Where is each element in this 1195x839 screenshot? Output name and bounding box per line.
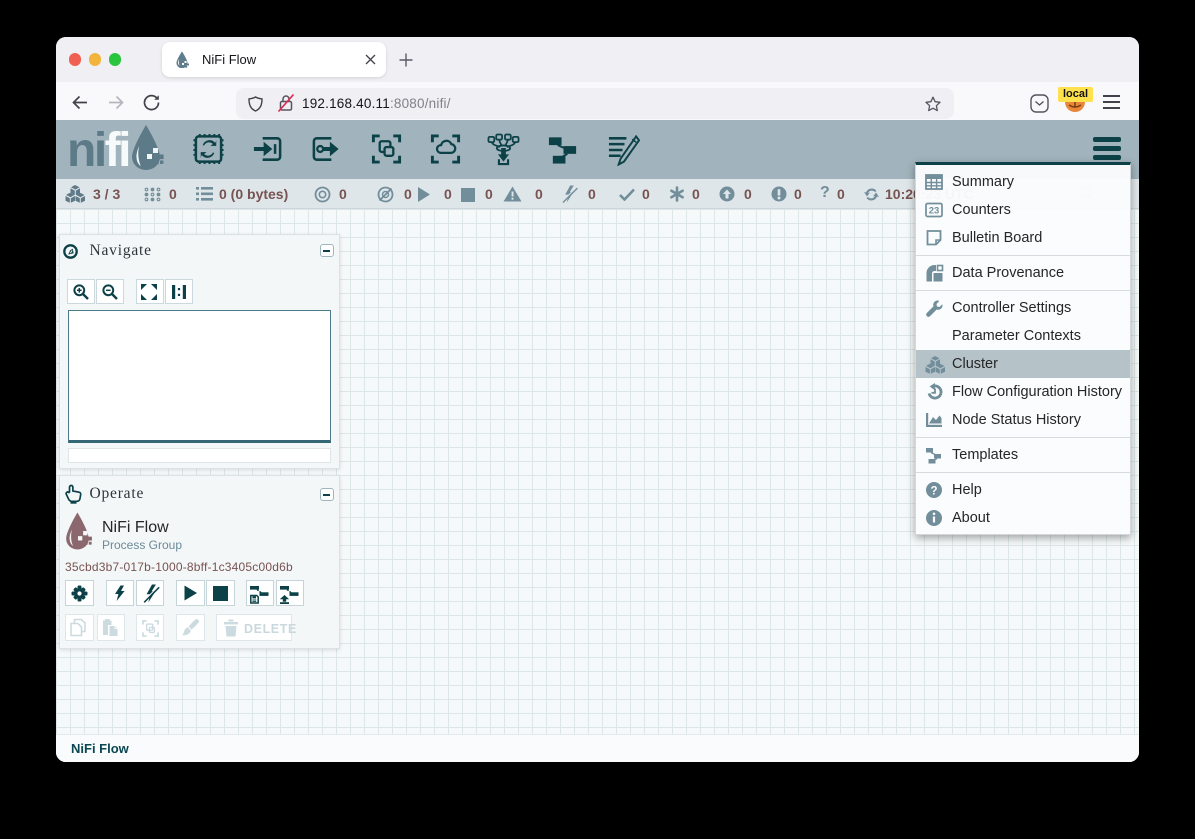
svg-text:23: 23 [929, 206, 940, 217]
svg-text:?: ? [930, 485, 937, 497]
